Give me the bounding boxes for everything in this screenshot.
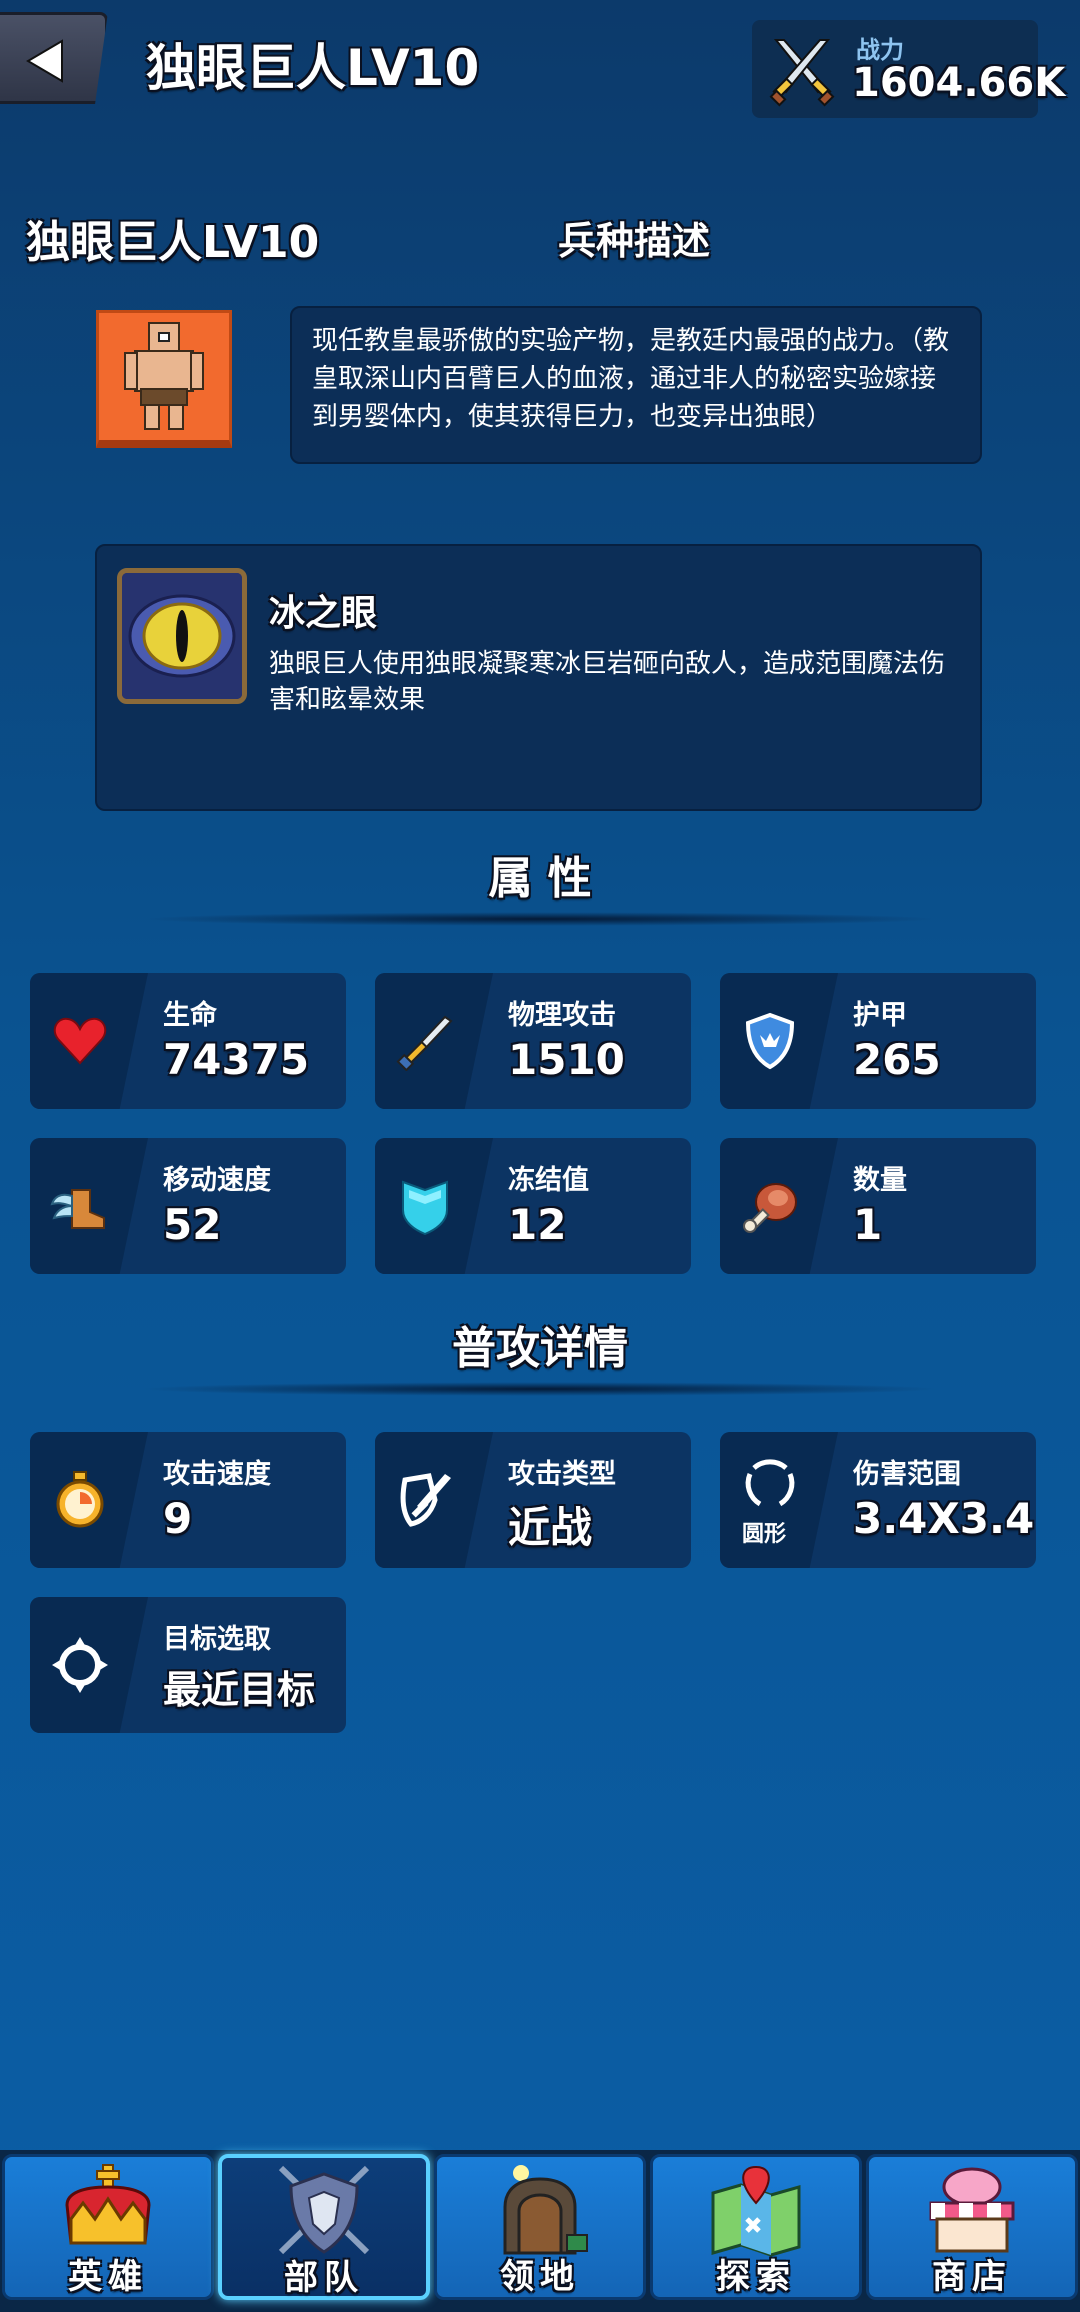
shop-icon: [929, 2167, 1015, 2253]
crossed-swords-icon: [769, 39, 835, 107]
stat-label: 数量: [853, 1165, 907, 1196]
back-arrow-icon: [26, 39, 63, 83]
nav-tab-label: 探索: [716, 2257, 796, 2297]
stat-card-count: 数量 1: [720, 1138, 1036, 1274]
stat-value: 1510: [508, 1035, 625, 1084]
stat-card-health: 生命 74375: [30, 973, 346, 1109]
stat-value: 最近目标: [163, 1668, 316, 1712]
unit-description-text: 现任教皇最骄傲的实验产物，是教廷内最强的战力。（教皇取深山内百臂巨人的血液，通过…: [312, 326, 950, 432]
stat-value: 265: [853, 1035, 941, 1084]
skill-description: 独眼巨人使用独眼凝聚寒冰巨岩砸向敌人，造成范围魔法伤害和眩晕效果: [269, 649, 946, 715]
crown-icon: [65, 2164, 151, 2245]
skill-icon-frame[interactable]: [117, 568, 247, 704]
stat-label: 伤害范围: [853, 1459, 961, 1490]
page-title: 独眼巨人LV10: [146, 39, 480, 97]
stat-card-damage-range: 圆形 伤害范围 3.4X3.4: [720, 1432, 1036, 1568]
attack-details-title: 普攻详情: [452, 1323, 628, 1374]
stat-card-target-selection: 目标选取 最近目标: [30, 1597, 346, 1733]
nav-tab-shop[interactable]: 商店: [866, 2154, 1078, 2300]
nav-tab-troops[interactable]: 部队: [218, 2154, 430, 2300]
ice-eye-icon: [122, 573, 242, 699]
stat-card-armor: 护甲 265: [720, 973, 1036, 1109]
unit-name: 独眼巨人LV10: [26, 217, 320, 268]
heart-icon: [53, 1017, 107, 1065]
stat-card-freeze: 冻结值 12: [375, 1138, 691, 1274]
sword-icon: [396, 1015, 453, 1071]
winged-boot-icon: [50, 1189, 105, 1229]
stat-label: 攻击速度: [163, 1459, 271, 1490]
stat-value: 1: [853, 1200, 883, 1249]
power-value: 1604.66K: [852, 60, 1066, 106]
cyclops-portrait-icon: [124, 322, 204, 430]
combat-power-panel: 战力 1604.66K: [752, 20, 1065, 118]
nav-tab-explore[interactable]: 探索: [650, 2154, 862, 2300]
shield-crown-icon: [745, 1012, 795, 1070]
stat-value: 3.4X3.4: [853, 1494, 1035, 1543]
crosshair-icon: [52, 1637, 108, 1693]
stat-label: 冻结值: [508, 1165, 589, 1196]
stat-card-attack-type: 攻击类型 近战: [375, 1432, 691, 1568]
range-shape-caption: 圆形: [742, 1522, 787, 1547]
stat-label: 目标选取: [163, 1624, 271, 1655]
stat-value: 9: [163, 1494, 193, 1543]
wolf-shield-icon: [278, 2165, 370, 2255]
attributes-divider: [140, 912, 940, 926]
nav-tab-label: 商店: [932, 2257, 1012, 2297]
meat-icon: [743, 1183, 797, 1233]
skill-panel: 冰之眼 独眼巨人使用独眼凝聚寒冰巨岩砸向敌人，造成范围魔法伤害和眩晕效果: [95, 544, 982, 811]
circle-range-icon: [745, 1459, 795, 1507]
attack-details-divider: [140, 1382, 940, 1396]
unit-description-box: 现任教皇最骄傲的实验产物，是教廷内最强的战力。（教皇取深山内百臂巨人的血液，通过…: [290, 306, 982, 464]
stat-value: 52: [163, 1200, 222, 1249]
castle-gate-icon: [503, 2165, 588, 2255]
stat-label: 攻击类型: [508, 1459, 616, 1490]
description-title: 兵种描述: [558, 219, 711, 263]
stat-card-physical-attack: 物理攻击 1510: [375, 973, 691, 1109]
map-icon: [711, 2165, 801, 2257]
stopwatch-icon: [56, 1471, 104, 1528]
stat-label: 生命: [163, 1000, 217, 1031]
stat-value: 74375: [163, 1035, 310, 1084]
skill-name: 冰之眼: [269, 593, 378, 634]
stat-card-attack-speed: 攻击速度 9: [30, 1432, 346, 1568]
stat-card-move-speed: 移动速度 52: [30, 1138, 346, 1274]
nav-tab-label: 部队: [284, 2258, 364, 2298]
stat-value: 12: [508, 1200, 567, 1249]
ice-shield-icon: [402, 1180, 448, 1236]
stat-label: 物理攻击: [508, 1000, 616, 1031]
back-button[interactable]: [0, 12, 108, 104]
stat-value: 近战: [508, 1503, 593, 1552]
nav-tab-label: 领地: [500, 2257, 580, 2297]
stat-label: 移动速度: [163, 1165, 271, 1196]
stat-label: 护甲: [853, 1000, 907, 1031]
attributes-title: 属 性: [488, 853, 592, 904]
nav-tab-label: 英雄: [68, 2257, 148, 2297]
unit-portrait: [96, 310, 232, 448]
nav-tab-territory[interactable]: 领地: [434, 2154, 646, 2300]
nav-tab-heroes[interactable]: 英雄: [2, 2154, 214, 2300]
melee-shield-icon: [400, 1473, 451, 1527]
